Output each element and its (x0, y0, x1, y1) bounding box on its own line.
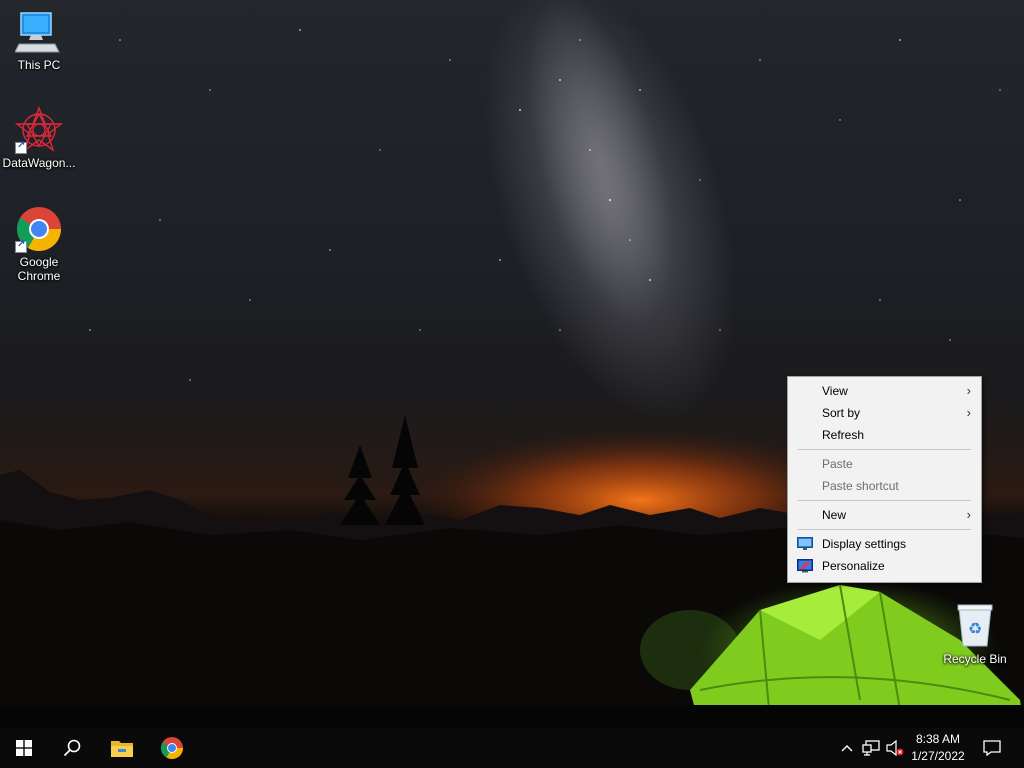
menu-item-paste-shortcut: Paste shortcut (788, 475, 981, 497)
menu-item-display-settings[interactable]: Display settings (788, 533, 981, 555)
network-icon (862, 740, 880, 756)
chevron-right-icon: › (966, 405, 971, 420)
menu-item-sort-by[interactable]: Sort by › (788, 402, 981, 424)
desktop-icon-label: Google Chrome (1, 255, 77, 283)
wallpaper-art (0, 0, 1024, 728)
clock-time: 8:38 AM (915, 732, 961, 746)
volume-tray-button[interactable] (884, 728, 906, 768)
menu-item-view[interactable]: View › (788, 380, 981, 402)
desktop-wallpaper[interactable] (0, 0, 1024, 728)
network-tray-button[interactable] (860, 728, 882, 768)
computer-icon (14, 8, 63, 56)
desktop-icon-datawagon[interactable]: DataWagon... (1, 106, 77, 170)
chevron-right-icon: › (966, 507, 971, 522)
label-line: Chrome (17, 269, 61, 283)
menu-item-label: View (822, 384, 848, 398)
action-center-button[interactable] (976, 728, 1008, 768)
taskbar-chrome[interactable] (148, 728, 196, 768)
notifications-icon (983, 740, 1001, 756)
desktop-icon-label: This PC (17, 58, 61, 72)
menu-item-label: Display settings (822, 537, 907, 551)
desktop-icon-this-pc[interactable]: This PC (1, 8, 77, 72)
file-explorer-icon (111, 741, 133, 757)
menu-item-paste: Paste (788, 453, 981, 475)
menu-item-label: Personalize (822, 559, 885, 573)
chevron-right-icon: › (966, 383, 971, 398)
menu-item-label: Paste shortcut (822, 479, 899, 493)
svg-text:♻: ♻ (968, 619, 982, 638)
menu-item-label: Sort by (822, 406, 861, 420)
desktop-icon-recycle-bin[interactable]: ♻ Recycle Bin (937, 602, 1013, 666)
menu-item-new[interactable]: New › (788, 504, 981, 526)
menu-item-label: Paste (822, 457, 853, 471)
label-line: Google (19, 255, 59, 269)
menu-item-label: New (822, 508, 847, 522)
desktop-context-menu: View › Sort by › Refresh Paste Paste sho… (787, 376, 982, 583)
shortcut-arrow-icon (15, 140, 27, 154)
windows-logo-icon (16, 740, 32, 756)
shortcut-arrow-icon (15, 239, 27, 253)
menu-separator (798, 500, 971, 501)
menu-separator (798, 529, 971, 530)
menu-item-label: Refresh (822, 428, 865, 442)
desktop-icon-google-chrome[interactable]: Google Chrome (1, 205, 77, 283)
menu-separator (798, 449, 971, 450)
personalize-icon (797, 559, 813, 573)
display-icon (797, 537, 813, 550)
chevron-up-icon (841, 745, 853, 752)
clock-date: 1/27/2022 (911, 749, 965, 763)
datawagon-icon (14, 106, 64, 154)
volume-muted-icon (886, 740, 904, 756)
start-button[interactable] (0, 728, 48, 768)
recycle-bin-icon: ♻ (951, 602, 999, 650)
taskbar: 8:38 AM 1/27/2022 (0, 728, 1024, 768)
taskbar-file-explorer[interactable] (98, 728, 146, 768)
desktop-icon-label: DataWagon... (2, 156, 76, 170)
search-icon (63, 739, 81, 757)
menu-item-personalize[interactable]: Personalize (788, 555, 981, 577)
chrome-icon (161, 737, 183, 759)
desktop-icon-label: Recycle Bin (943, 652, 1007, 666)
chrome-icon (15, 205, 63, 253)
menu-item-refresh[interactable]: Refresh (788, 424, 981, 446)
taskbar-clock[interactable]: 8:38 AM 1/27/2022 (905, 731, 971, 765)
search-button[interactable] (48, 728, 96, 768)
show-hidden-icons-button[interactable] (836, 728, 858, 768)
